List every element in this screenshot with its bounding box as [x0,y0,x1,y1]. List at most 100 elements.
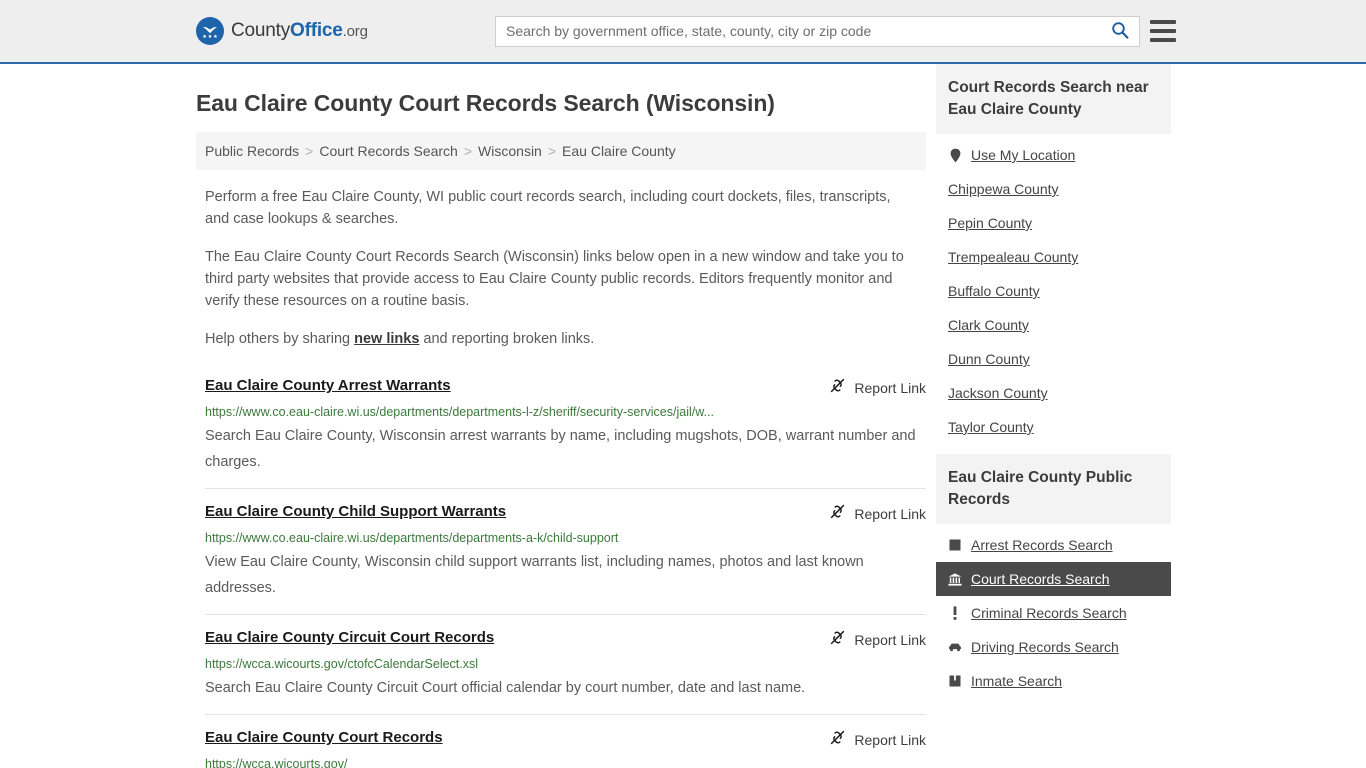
report-link-label: Report Link [854,632,926,648]
sidebar-public-records-heading: Eau Claire County Public Records [936,454,1171,524]
site-header: CountyOffice.org [0,0,1366,64]
result-header: Eau Claire County Court Records Report L… [205,728,926,751]
sidebar-link-label: Criminal Records Search [971,605,1127,621]
inmate-icon [948,674,962,689]
breadcrumb-item-wisconsin[interactable]: Wisconsin [478,143,542,159]
result-title-link[interactable]: Eau Claire County Arrest Warrants [205,376,451,396]
sidebar-link-label: Trempealeau County [948,249,1079,265]
search-input[interactable] [496,16,1101,46]
sidebar-public-records-section: Eau Claire County Public Records Arrest … [936,454,1171,698]
breadcrumb-separator: > [305,143,314,159]
results-list: Eau Claire County Arrest Warrants Report… [205,372,926,768]
hamburger-bar [1150,20,1176,24]
result-header: Eau Claire County Child Support Warrants… [205,502,926,525]
sidebar: Court Records Search near Eau Claire Cou… [936,64,1171,768]
report-link-button[interactable]: Report Link [829,376,926,399]
report-link-label: Report Link [854,380,926,396]
sidebar-nearby-section: Court Records Search near Eau Claire Cou… [936,64,1171,444]
site-logo-link[interactable]: CountyOffice.org [196,17,368,45]
sidebar-item-driving-records-search[interactable]: Driving Records Search [936,630,1171,664]
sidebar-link-label: Buffalo County [948,283,1040,299]
breadcrumb: Public Records > Court Records Search > Wisc… [196,132,926,170]
result-description: View Eau Claire County, Wisconsin child … [205,554,864,596]
search-button[interactable] [1101,17,1139,46]
result-url: https://wcca.wicourts.gov/ [205,757,348,768]
map-pin-icon [948,148,962,163]
car-icon [948,640,962,655]
broken-link-icon [829,503,846,525]
page-body: Eau Claire County Court Records Search (… [0,64,1366,768]
result-header: Eau Claire County Arrest Warrants Report… [205,376,926,399]
sidebar-link-label: Inmate Search [971,673,1063,689]
sidebar-public-records-list: Arrest Records Search Court Records Sear… [936,524,1171,698]
logo-text-office: Office [290,20,343,41]
sidebar-nearby-list: Use My Location Chippewa County Pepin Co… [936,134,1171,444]
result-item: Eau Claire County Court Records Report L… [205,714,926,768]
sidebar-link-label: Arrest Records Search [971,537,1113,553]
courthouse-icon [948,572,962,587]
search-icon [1111,21,1129,42]
sidebar-item-use-my-location[interactable]: Use My Location [936,138,1171,172]
report-link-button[interactable]: Report Link [829,502,926,525]
report-link-button[interactable]: Report Link [829,728,926,751]
share-text-after: and reporting broken links. [419,331,595,347]
breadcrumb-item-public-records[interactable]: Public Records [205,143,299,159]
result-description: Search Eau Claire County, Wisconsin arre… [205,428,916,470]
sidebar-link-label: Taylor County [948,419,1034,435]
sidebar-link-label: Court Records Search [971,571,1110,587]
result-title-link[interactable]: Eau Claire County Court Records [205,728,443,748]
sidebar-item-dunn-county[interactable]: Dunn County [936,342,1171,376]
report-link-label: Report Link [854,732,926,748]
result-header: Eau Claire County Circuit Court Records … [205,628,926,651]
sidebar-item-pepin-county[interactable]: Pepin County [936,206,1171,240]
sidebar-item-chippewa-county[interactable]: Chippewa County [936,172,1171,206]
sidebar-item-taylor-county[interactable]: Taylor County [936,410,1171,444]
broken-link-icon [829,729,846,751]
main-content: Eau Claire County Court Records Search (… [196,64,926,768]
sidebar-item-criminal-records-search[interactable]: Criminal Records Search [936,596,1171,630]
report-link-button[interactable]: Report Link [829,628,926,651]
sidebar-item-arrest-records-search[interactable]: Arrest Records Search [936,528,1171,562]
sidebar-link-label: Clark County [948,317,1029,333]
sidebar-item-court-records-search[interactable]: Court Records Search [936,562,1171,596]
result-url: https://www.co.eau-claire.wi.us/departme… [205,405,714,419]
sidebar-link-label: Driving Records Search [971,639,1119,655]
result-title-link[interactable]: Eau Claire County Circuit Court Records [205,628,494,648]
sidebar-item-jackson-county[interactable]: Jackson County [936,376,1171,410]
result-url: https://wcca.wicourts.gov/ctofcCalendarS… [205,657,479,671]
sidebar-link-label: Chippewa County [948,181,1059,197]
result-item: Eau Claire County Arrest Warrants Report… [205,372,926,488]
result-item: Eau Claire County Circuit Court Records … [205,614,926,714]
result-item: Eau Claire County Child Support Warrants… [205,488,926,614]
hamburger-menu-icon[interactable] [1150,20,1176,42]
exclamation-icon [948,606,962,621]
sidebar-link-label: Use My Location [971,147,1076,163]
intro-paragraph-3: Help others by sharing new links and rep… [205,328,917,350]
sidebar-link-label: Jackson County [948,385,1048,401]
sidebar-link-label: Dunn County [948,351,1030,367]
site-logo-text: CountyOffice.org [231,20,368,42]
sidebar-item-clark-county[interactable]: Clark County [936,308,1171,342]
result-description: Search Eau Claire County Circuit Court o… [205,680,806,696]
report-link-label: Report Link [854,506,926,522]
fingerprint-icon [948,538,962,553]
intro-paragraph-2: The Eau Claire County Court Records Sear… [205,249,904,309]
search-bar[interactable] [495,15,1140,47]
sidebar-item-trempealeau-county[interactable]: Trempealeau County [936,240,1171,274]
share-text-before: Help others by sharing [205,331,355,347]
page-title: Eau Claire County Court Records Search (… [196,90,775,116]
sidebar-item-inmate-search[interactable]: Inmate Search [936,664,1171,698]
breadcrumb-item-court-records-search[interactable]: Court Records Search [319,143,458,159]
logo-text-county: County [231,20,291,41]
new-links-link[interactable]: new links [354,331,419,347]
intro-paragraph-1: Perform a free Eau Claire County, WI pub… [205,189,891,227]
hamburger-bar [1150,38,1176,42]
breadcrumb-item-eau-claire-county[interactable]: Eau Claire County [562,143,676,159]
eagle-stars-logo-icon [196,17,224,45]
sidebar-item-buffalo-county[interactable]: Buffalo County [936,274,1171,308]
sidebar-nearby-heading: Court Records Search near Eau Claire Cou… [936,64,1171,134]
sidebar-link-label: Pepin County [948,215,1033,231]
logo-text-org: .org [342,23,368,40]
result-title-link[interactable]: Eau Claire County Child Support Warrants [205,502,506,522]
breadcrumb-separator: > [463,143,473,159]
